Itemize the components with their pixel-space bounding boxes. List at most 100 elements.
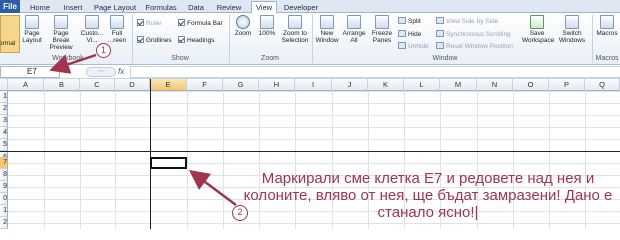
hide-button[interactable]: Hide	[398, 30, 421, 39]
reset-window-position-label: Reset Window Position	[446, 43, 513, 50]
column-header-b[interactable]: B	[44, 79, 80, 91]
page-layout-label: Page Layout	[22, 30, 42, 44]
column-header-o[interactable]: O	[513, 79, 549, 91]
normal-view-button[interactable]: ormal	[0, 15, 20, 53]
row-header-2[interactable]: 2	[0, 103, 8, 115]
column-header-h[interactable]: H	[259, 79, 295, 91]
split-label: Split	[408, 18, 421, 25]
macros-icon	[600, 15, 614, 29]
tab-data[interactable]: Data	[186, 2, 206, 13]
tab-developer[interactable]: Developer	[282, 2, 320, 13]
annotation-note: Маркирали сме клетка E7 и редовете над н…	[243, 170, 613, 221]
ruler-checkbox[interactable]: Ruler	[137, 19, 162, 28]
new-window-button[interactable]: New Window	[314, 15, 340, 44]
group-separator	[229, 15, 230, 63]
tab-home[interactable]: Home	[28, 2, 52, 13]
gridline	[80, 91, 81, 229]
headings-checkbox[interactable]: Headings	[178, 36, 214, 45]
reset-window-icon	[436, 42, 444, 49]
gridline	[44, 91, 45, 229]
column-header-a[interactable]: A	[8, 79, 44, 91]
row-header-3[interactable]: 3	[0, 115, 8, 127]
column-header-d[interactable]: D	[115, 79, 150, 91]
gridlines-check-icon	[137, 36, 144, 43]
zoom-button[interactable]: Zoom	[232, 15, 254, 37]
switch-windows-label: Switch Windows	[558, 30, 586, 44]
arrange-all-button[interactable]: Arrange All	[342, 15, 366, 44]
gridline	[223, 91, 224, 229]
split-button[interactable]: Split	[398, 17, 421, 26]
column-header-i[interactable]: I	[295, 79, 332, 91]
column-header-e[interactable]: E	[150, 79, 187, 91]
column-header-c[interactable]: C	[80, 79, 115, 91]
synchronous-scrolling-button[interactable]: Synchronous Scrolling	[436, 30, 511, 39]
column-header-f[interactable]: F	[187, 79, 223, 91]
gridline	[115, 91, 116, 229]
tab-page-layout[interactable]: Page Layout	[93, 2, 137, 13]
macros-button[interactable]: Macros	[595, 15, 619, 37]
column-header-l[interactable]: L	[404, 79, 440, 91]
zoom-to-selection-label: Zoom to Selection	[281, 30, 309, 44]
freeze-panes-icon	[375, 15, 389, 29]
select-all-corner[interactable]	[0, 79, 8, 91]
zoom-100-button[interactable]: 100%	[256, 15, 278, 37]
row-header-10[interactable]: 0	[0, 193, 8, 205]
macros-group-label: Macros	[595, 55, 619, 62]
full-screen-button[interactable]: Full ...reen	[106, 15, 128, 44]
tab-formulas[interactable]: Formulas	[144, 2, 178, 13]
page-break-preview-button[interactable]: Page Break Preview	[45, 15, 77, 51]
save-workspace-button[interactable]: Save Workspace	[522, 15, 555, 44]
column-header-p[interactable]: P	[549, 79, 585, 91]
row-header-12[interactable]: 2	[0, 217, 8, 229]
tab-file[interactable]: File	[0, 0, 20, 13]
page-layout-button[interactable]: Page Layout	[21, 15, 43, 44]
formula-bar: E7 ◦◦◦ fx	[0, 65, 620, 79]
view-side-by-side-button[interactable]: View Side by Side	[436, 17, 498, 26]
hide-label: Hide	[408, 31, 422, 38]
column-header-q[interactable]: Q	[585, 79, 620, 91]
row-header-1[interactable]: 1	[0, 91, 8, 103]
gridlines-checkbox[interactable]: Gridlines	[137, 36, 172, 45]
insert-function-icon[interactable]: fx	[118, 67, 124, 76]
tab-insert[interactable]: Insert	[60, 2, 86, 13]
split-icon	[398, 17, 406, 24]
column-header-j[interactable]: J	[332, 79, 368, 91]
view-side-by-side-label: View Side by Side	[446, 18, 499, 25]
row-header-4[interactable]: 4	[0, 127, 8, 139]
column-header-n[interactable]: N	[477, 79, 513, 91]
freeze-pane-horizontal-divider	[0, 151, 620, 152]
selected-cell-e7[interactable]	[150, 157, 187, 169]
custom-views-button[interactable]: Custo... Vi...	[80, 15, 104, 44]
switch-windows-icon	[565, 15, 579, 29]
magnifier-icon	[236, 15, 250, 29]
column-header-g[interactable]: G	[223, 79, 259, 91]
ruler-check-icon	[137, 19, 144, 26]
freeze-panes-button[interactable]: Freeze Panes	[368, 15, 396, 44]
new-window-label: New Window	[315, 30, 339, 44]
normal-view-label: ormal	[0, 40, 16, 47]
row-header-5[interactable]: 5	[0, 139, 8, 151]
new-window-icon	[320, 15, 334, 29]
full-screen-label: Full ...reen	[107, 30, 127, 44]
formula-input[interactable]	[130, 66, 620, 78]
unhide-button[interactable]: Unhide	[398, 42, 429, 51]
column-header-m[interactable]: M	[440, 79, 477, 91]
ribbon-tab-bar: File Home Insert Page Layout Formulas Da…	[0, 0, 620, 14]
formula-bar-checkbox[interactable]: Formula Bar	[178, 19, 223, 28]
custom-views-label: Custo... Vi...	[80, 30, 104, 44]
column-header-k[interactable]: K	[368, 79, 404, 91]
row-header-7[interactable]: 7	[0, 157, 8, 169]
formula-bar-dots[interactable]: ◦◦◦	[86, 67, 116, 77]
freeze-pane-vertical-divider	[150, 79, 151, 229]
name-box[interactable]: E7	[0, 66, 60, 78]
tab-review[interactable]: Review	[215, 2, 243, 13]
zoom-to-selection-button[interactable]: Zoom to Selection	[280, 15, 310, 44]
show-group-label: Show	[171, 55, 189, 62]
group-separator	[132, 15, 133, 63]
row-header-8[interactable]: 8	[0, 169, 8, 181]
row-header-11[interactable]: 1	[0, 205, 8, 217]
row-header-9[interactable]: 9	[0, 181, 8, 193]
reset-window-position-button[interactable]: Reset Window Position	[436, 42, 513, 51]
save-workspace-label: Save Workspace	[522, 30, 555, 44]
switch-windows-button[interactable]: Switch Windows	[556, 15, 588, 44]
